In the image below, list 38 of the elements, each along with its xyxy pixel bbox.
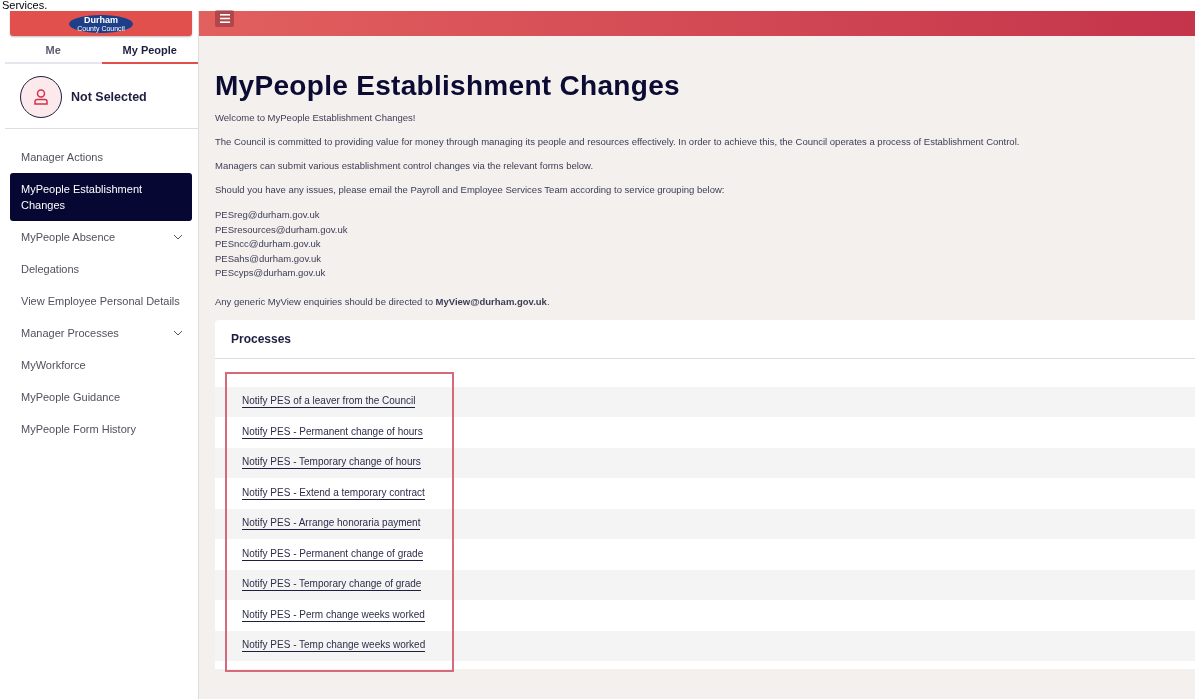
person-icon <box>20 76 62 118</box>
email-address: PESahs@durham.gov.uk <box>215 251 323 266</box>
page-title: MyPeople Establishment Changes <box>215 70 681 102</box>
email-address: PESreg@durham.gov.uk <box>215 208 321 222</box>
sidebar-item[interactable]: MyPeople Absence <box>0 221 198 253</box>
paragraph: Welcome to MyPeople Establishment Changes! <box>215 112 417 123</box>
process-link[interactable]: Notify PES - Temporary change of grade <box>242 578 422 592</box>
caption-text: Services. <box>1 0 49 11</box>
process-link[interactable]: Notify PES - Extend a temporary contract <box>242 486 425 500</box>
chevron-down-icon <box>173 234 183 240</box>
paragraph: Managers can submit various establishment control changes via the relevant forms below. <box>215 160 595 171</box>
process-link[interactable]: Notify PES - Temp change weeks worked <box>242 639 426 653</box>
paragraph: Should you have any issues, please email the Payroll and Employee Services Team according to service grouping below: <box>215 184 726 195</box>
menu-button[interactable] <box>215 10 234 27</box>
paragraph: Any generic MyView enquiries should be directed to MyView@durham.gov.uk. <box>215 295 551 307</box>
process-link[interactable]: Notify PES - Temporary change of hours <box>242 456 421 470</box>
email-address: PESresources@durham.gov.uk <box>215 222 349 237</box>
process-link[interactable]: Notify PES - Arrange honoraria payment <box>242 517 421 531</box>
paragraph: The Council is committed to providing value for money through managing its people and resources effectively. In order to achieve this, the Council operates a process of Establishment Control. <box>215 136 1021 147</box>
sidebar-item[interactable]: MyPeople Form History <box>0 413 198 445</box>
sidebar-item[interactable]: MyWorkforce <box>0 349 198 381</box>
card-title: Processes <box>215 319 1195 359</box>
profile-name: Not Selected <box>71 90 147 104</box>
process-link[interactable]: Notify PES - Perm change weeks worked <box>242 608 425 622</box>
chevron-down-icon <box>173 330 183 336</box>
email-address: PESncc@durham.gov.uk <box>215 237 322 251</box>
sidebar-item[interactable]: Manager Actions <box>0 141 198 173</box>
sidebar-item[interactable]: Manager Processes <box>0 317 198 349</box>
tab[interactable]: Me <box>5 40 102 64</box>
sidebar-item[interactable]: Delegations <box>0 253 198 285</box>
email-address: PEScyps@durham.gov.uk <box>215 266 327 280</box>
sidebar-item[interactable]: MyPeople Establishment Changes <box>10 173 192 221</box>
sidebar-item[interactable]: MyPeople Guidance <box>0 381 198 413</box>
process-link[interactable]: Notify PES - Permanent change of grade <box>242 547 424 561</box>
sidebar-item[interactable]: View Employee Personal Details <box>0 285 198 317</box>
process-link[interactable]: Notify PES of a leaver from the Council <box>242 395 416 409</box>
process-link[interactable]: Notify PES - Permanent change of hours <box>242 425 423 439</box>
menu-icon <box>219 14 230 23</box>
